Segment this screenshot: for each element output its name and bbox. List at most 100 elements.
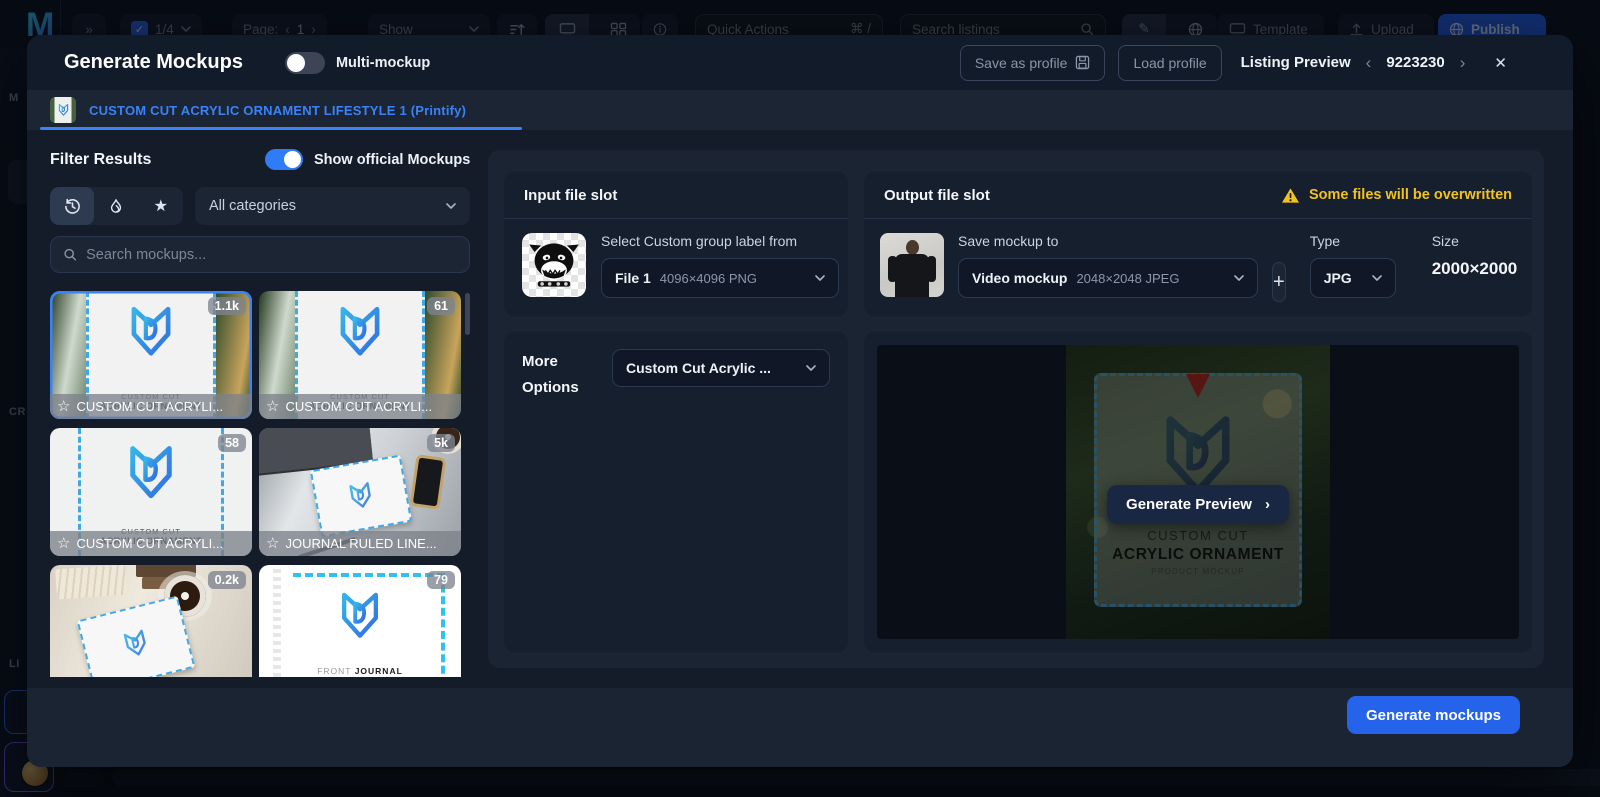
count-badge: 0.2k	[207, 571, 246, 589]
popular-filter-button[interactable]	[94, 187, 138, 225]
show-official-toggle[interactable]	[265, 149, 303, 170]
input-slot-title: Input file slot	[524, 186, 618, 204]
active-tab-underline	[40, 127, 522, 130]
size-value: 2000×2000	[1431, 259, 1518, 278]
count-badge: 79	[427, 571, 455, 589]
chevron-down-icon	[806, 365, 816, 371]
brand-logo-icon	[120, 626, 152, 661]
count-badge: 5k	[427, 434, 455, 452]
star-icon[interactable]: ☆	[57, 399, 70, 414]
chevron-down-icon	[446, 203, 456, 209]
chevron-right-icon: ›	[1264, 496, 1270, 513]
star-icon[interactable]: ☆	[266, 399, 279, 414]
save-as-profile-button[interactable]: Save as profile	[959, 44, 1106, 81]
more-options-label: More Options	[522, 353, 579, 397]
add-output-button[interactable]: +	[1272, 262, 1286, 302]
star-icon: ★	[153, 198, 168, 215]
warning-icon	[1281, 187, 1300, 204]
more-options-dropdown[interactable]: Custom Cut Acrylic ...	[612, 349, 830, 387]
floppy-icon	[1075, 55, 1090, 70]
tshirt-art	[895, 254, 929, 297]
chevron-down-icon	[815, 275, 825, 281]
modal-title: Generate Mockups	[64, 51, 243, 73]
tshirt-art	[888, 256, 897, 282]
flame-icon	[108, 198, 124, 215]
filter-type-switch: ★	[50, 187, 183, 225]
listing-next-icon[interactable]: ›	[1458, 53, 1468, 73]
output-slot-title: Output file slot	[884, 186, 990, 204]
star-icon[interactable]: ☆	[57, 536, 70, 551]
save-target-dropdown[interactable]: Video mockup 2048×2048 JPEG	[958, 258, 1258, 298]
mockup-thumbnail[interactable]: CUSTOM CUT ACRYLIC ORNAMENT 1.1k ☆ CUSTO…	[50, 291, 252, 419]
mockup-thumbnail[interactable]: FRONT JOURNAL PRODUCT MOCKUP 79	[259, 565, 461, 677]
recent-filter-button[interactable]	[50, 187, 95, 225]
type-dropdown[interactable]: JPG	[1309, 258, 1396, 298]
dashed-line	[293, 573, 445, 577]
input-file-dropdown[interactable]: File 1 4096×4096 PNG	[601, 258, 839, 298]
history-icon	[64, 198, 81, 215]
count-badge: 1.1k	[207, 297, 246, 315]
more-options-panel: More Options Custom Cut Acrylic ...	[504, 332, 848, 652]
generate-preview-button[interactable]: Generate Preview ›	[1107, 485, 1289, 524]
load-profile-button[interactable]: Load profile	[1118, 44, 1222, 81]
brand-logo-icon	[123, 442, 179, 504]
page-binding-art	[273, 565, 281, 677]
listing-prev-icon[interactable]: ‹	[1364, 53, 1374, 73]
mockup-thumbnail[interactable]: 0.2k	[50, 565, 252, 677]
overwrite-warning: Some files will be overwritten	[1281, 187, 1512, 204]
open-book-art	[55, 565, 127, 600]
brand-logo-icon	[346, 479, 377, 513]
generate-mockups-button[interactable]: Generate mockups	[1346, 696, 1520, 734]
preview-canvas: CUSTOM CUT ACRYLIC ORNAMENT PRODUCT MOCK…	[877, 345, 1519, 639]
tab-custom-cut-acrylic[interactable]: CUSTOM CUT ACRYLIC ORNAMENT LIFESTYLE 1 …	[50, 90, 466, 130]
save-mockup-label: Save mockup to	[958, 233, 1059, 249]
mockup-search-input[interactable]	[86, 246, 457, 263]
thumbnail-caption: ☆ CUSTOM CUT ACRYLI...	[50, 531, 252, 556]
input-file-slot-panel: Input file slot Select Custom group labe…	[504, 172, 848, 316]
generate-mockups-modal: Generate Mockups Multi-mockup Save as pr…	[27, 35, 1573, 767]
person-head-art	[905, 240, 919, 255]
input-file-thumbnail[interactable]	[522, 233, 586, 297]
brand-logo-icon	[336, 589, 384, 643]
thumbnail-caption: ☆ CUSTOM CUT ACRYLI...	[259, 394, 461, 419]
listing-id: 9223230	[1386, 54, 1445, 71]
mockup-thumbnail[interactable]: 5k ☆ JOURNAL RULED LINE...	[259, 428, 461, 556]
search-icon	[63, 247, 77, 262]
tshirt-art	[927, 256, 936, 282]
thumbnail-caption: ☆ JOURNAL RULED LINE...	[259, 531, 461, 556]
thumbnail-caption: ☆ CUSTOM CUT ACRYLI...	[50, 394, 252, 419]
brand-logo-icon	[57, 103, 70, 117]
output-file-thumbnail[interactable]	[880, 233, 944, 297]
modal-header: Generate Mockups Multi-mockup Save as pr…	[27, 35, 1573, 90]
brand-logo-icon	[125, 303, 177, 361]
output-file-slot-panel: Output file slot Some files will be over…	[864, 172, 1532, 316]
close-icon[interactable]: ✕	[1494, 54, 1507, 72]
multi-mockup-label: Multi-mockup	[335, 54, 431, 71]
tab-thumbnail	[50, 97, 76, 123]
grid-scrollbar[interactable]	[465, 293, 470, 335]
bulldog-artwork	[527, 238, 581, 292]
chevron-down-icon	[1372, 275, 1382, 281]
type-label: Type	[1309, 233, 1341, 249]
category-dropdown[interactable]: All categories	[195, 187, 470, 225]
listing-preview-label: Listing Preview	[1240, 54, 1351, 71]
count-badge: 61	[427, 297, 455, 315]
size-label: Size	[1431, 233, 1459, 249]
count-badge: 58	[218, 434, 246, 452]
modal-footer: Generate mockups	[27, 688, 1573, 767]
filter-results-title: Filter Results	[50, 151, 152, 168]
mockup-thumbnail[interactable]: CUSTOM CUT ACRYLIC ORNAMENT 61 ☆ CUSTOM …	[259, 291, 461, 419]
mockup-search-box[interactable]	[50, 236, 470, 273]
preview-panel: CUSTOM CUT ACRYLIC ORNAMENT PRODUCT MOCK…	[864, 332, 1532, 652]
favorites-filter-button[interactable]: ★	[139, 187, 183, 225]
mockup-tab-bar: CUSTOM CUT ACRYLIC ORNAMENT LIFESTYLE 1 …	[27, 90, 1573, 130]
journal-art	[76, 595, 196, 677]
brand-logo-icon	[334, 303, 386, 361]
slots-container: Input file slot Select Custom group labe…	[488, 150, 1544, 668]
phone-art	[409, 454, 447, 510]
mockup-thumbnail[interactable]: CUSTOM CUT ACRYLIC ORNAMENT 58 ☆ CUSTOM …	[50, 428, 252, 556]
mockup-grid: CUSTOM CUT ACRYLIC ORNAMENT 1.1k ☆ CUSTO…	[50, 291, 470, 677]
input-select-label: Select Custom group label from	[601, 233, 798, 249]
star-icon[interactable]: ☆	[266, 536, 279, 551]
multi-mockup-toggle[interactable]	[284, 51, 325, 74]
